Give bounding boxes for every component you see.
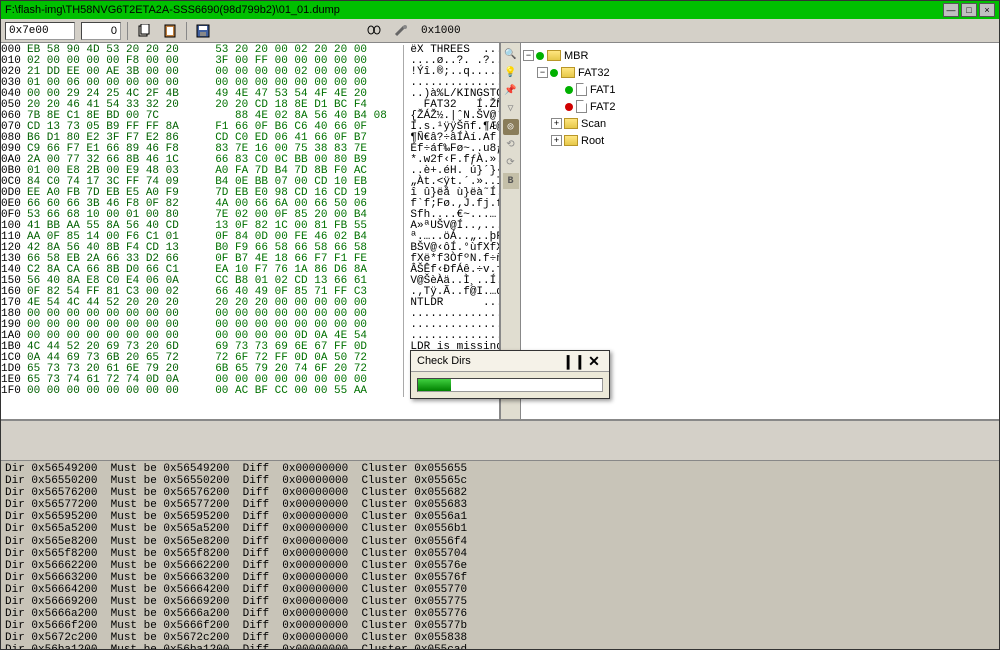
dot-icon [536,52,544,60]
copy-icon[interactable] [134,21,154,41]
dot-icon [565,86,573,94]
lightbulb-icon[interactable]: 💡 [503,65,519,81]
tree-label: Scan [581,118,606,130]
close-button[interactable]: × [979,3,995,17]
maximize-button[interactable]: □ [961,3,977,17]
bold-icon[interactable]: B [503,173,519,189]
pause-button[interactable]: ❙❙ [565,353,583,369]
tree-label: FAT1 [590,84,615,96]
collapse-icon[interactable]: − [523,50,534,61]
window-title: F:\flash-img\TH58NVG6T2ETA2A-SSS6690(98d… [5,4,340,16]
tree-label: FAT32 [578,67,610,79]
filter-icon[interactable]: ▽ [503,101,519,117]
toolbar: 0x1000 [1,19,999,43]
progress-fill [418,379,451,391]
dot-icon [550,69,558,77]
collapse-icon[interactable]: − [537,67,548,78]
minimize-button[interactable]: — [943,3,959,17]
folder-icon [547,50,561,61]
tree-root[interactable]: + Root [521,132,999,149]
expand-icon[interactable]: + [551,118,562,129]
zoom-icon[interactable]: 🔍 [503,47,519,63]
find-icon[interactable] [365,21,385,41]
address-input-1[interactable] [5,22,75,40]
folder-icon [564,135,578,146]
settings-icon[interactable] [391,21,411,41]
log-output[interactable]: Dir 0x56549200 Must be 0x56549200 Diff 0… [1,461,999,649]
tree-scan[interactable]: + Scan [521,115,999,132]
log-pane: Dir 0x56549200 Must be 0x56549200 Diff 0… [1,419,999,649]
page-icon [576,100,587,113]
tree-fat1[interactable]: FAT1 [521,81,999,98]
folder-icon [564,118,578,129]
tree-fat32[interactable]: − FAT32 [521,64,999,81]
title-bar: F:\flash-img\TH58NVG6T2ETA2A-SSS6690(98d… [1,1,999,19]
dialog-close-button[interactable]: ✕ [585,353,603,369]
back-icon[interactable]: ⟲ [503,137,519,153]
tree-label: Root [581,135,604,147]
forward-icon[interactable]: ⟳ [503,155,519,171]
target-icon[interactable]: ◎ [503,119,519,135]
dialog-title: Check Dirs [417,355,563,367]
save-icon[interactable] [193,21,213,41]
tree-fat2[interactable]: FAT2 [521,98,999,115]
dot-icon [565,103,573,111]
tree-label: MBR [564,50,588,62]
check-dirs-dialog: Check Dirs ❙❙ ✕ [410,350,610,399]
expand-icon[interactable]: + [551,135,562,146]
tree-label: FAT2 [590,101,615,113]
pin-icon[interactable]: 📌 [503,83,519,99]
tree-mbr[interactable]: − MBR [521,47,999,64]
page-icon [576,83,587,96]
folder-icon [561,67,575,78]
address-text-2: 0x1000 [421,25,461,37]
progress-bar [417,378,603,392]
spin-input[interactable] [81,22,121,40]
paste-icon[interactable] [160,21,180,41]
